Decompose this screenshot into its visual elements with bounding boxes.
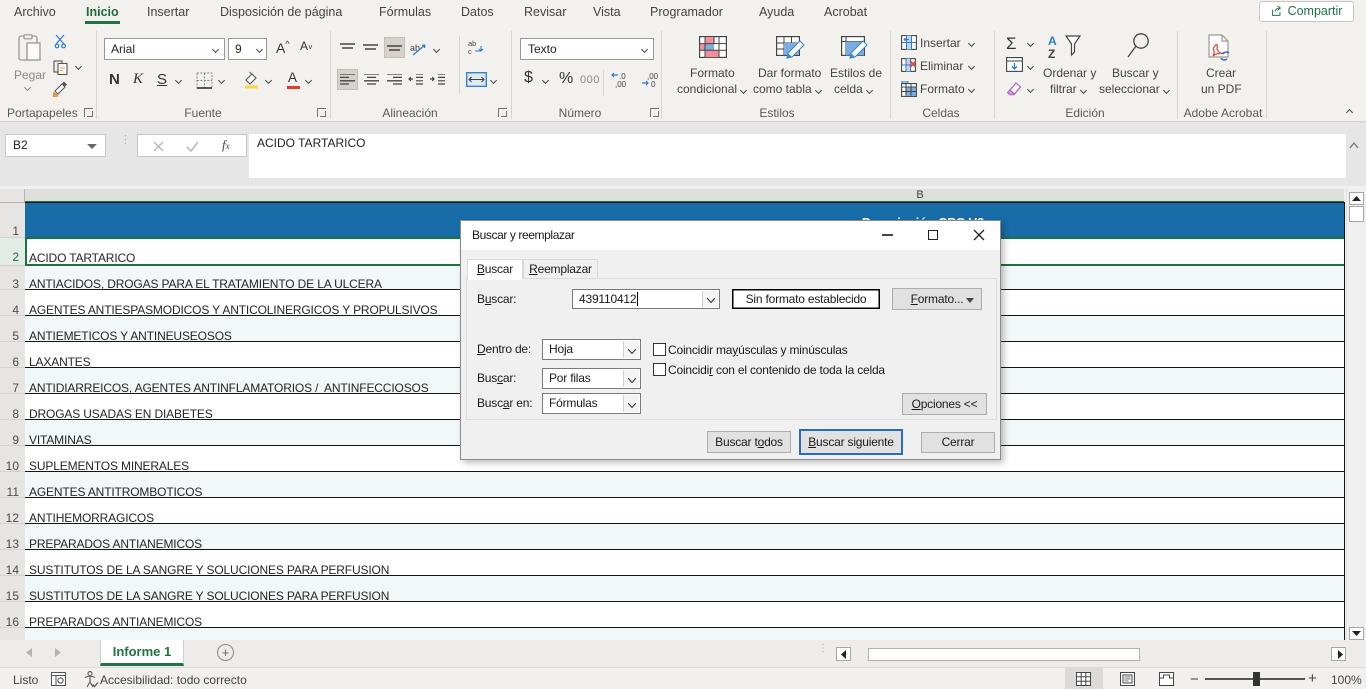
svg-text:ab: ab: [410, 43, 420, 53]
svg-text:0: 0: [651, 80, 656, 88]
svg-text:,00: ,00: [615, 80, 627, 88]
svg-text:c: c: [468, 47, 472, 56]
svg-text:Z: Z: [1048, 47, 1055, 60]
svg-text:A: A: [1048, 34, 1057, 48]
